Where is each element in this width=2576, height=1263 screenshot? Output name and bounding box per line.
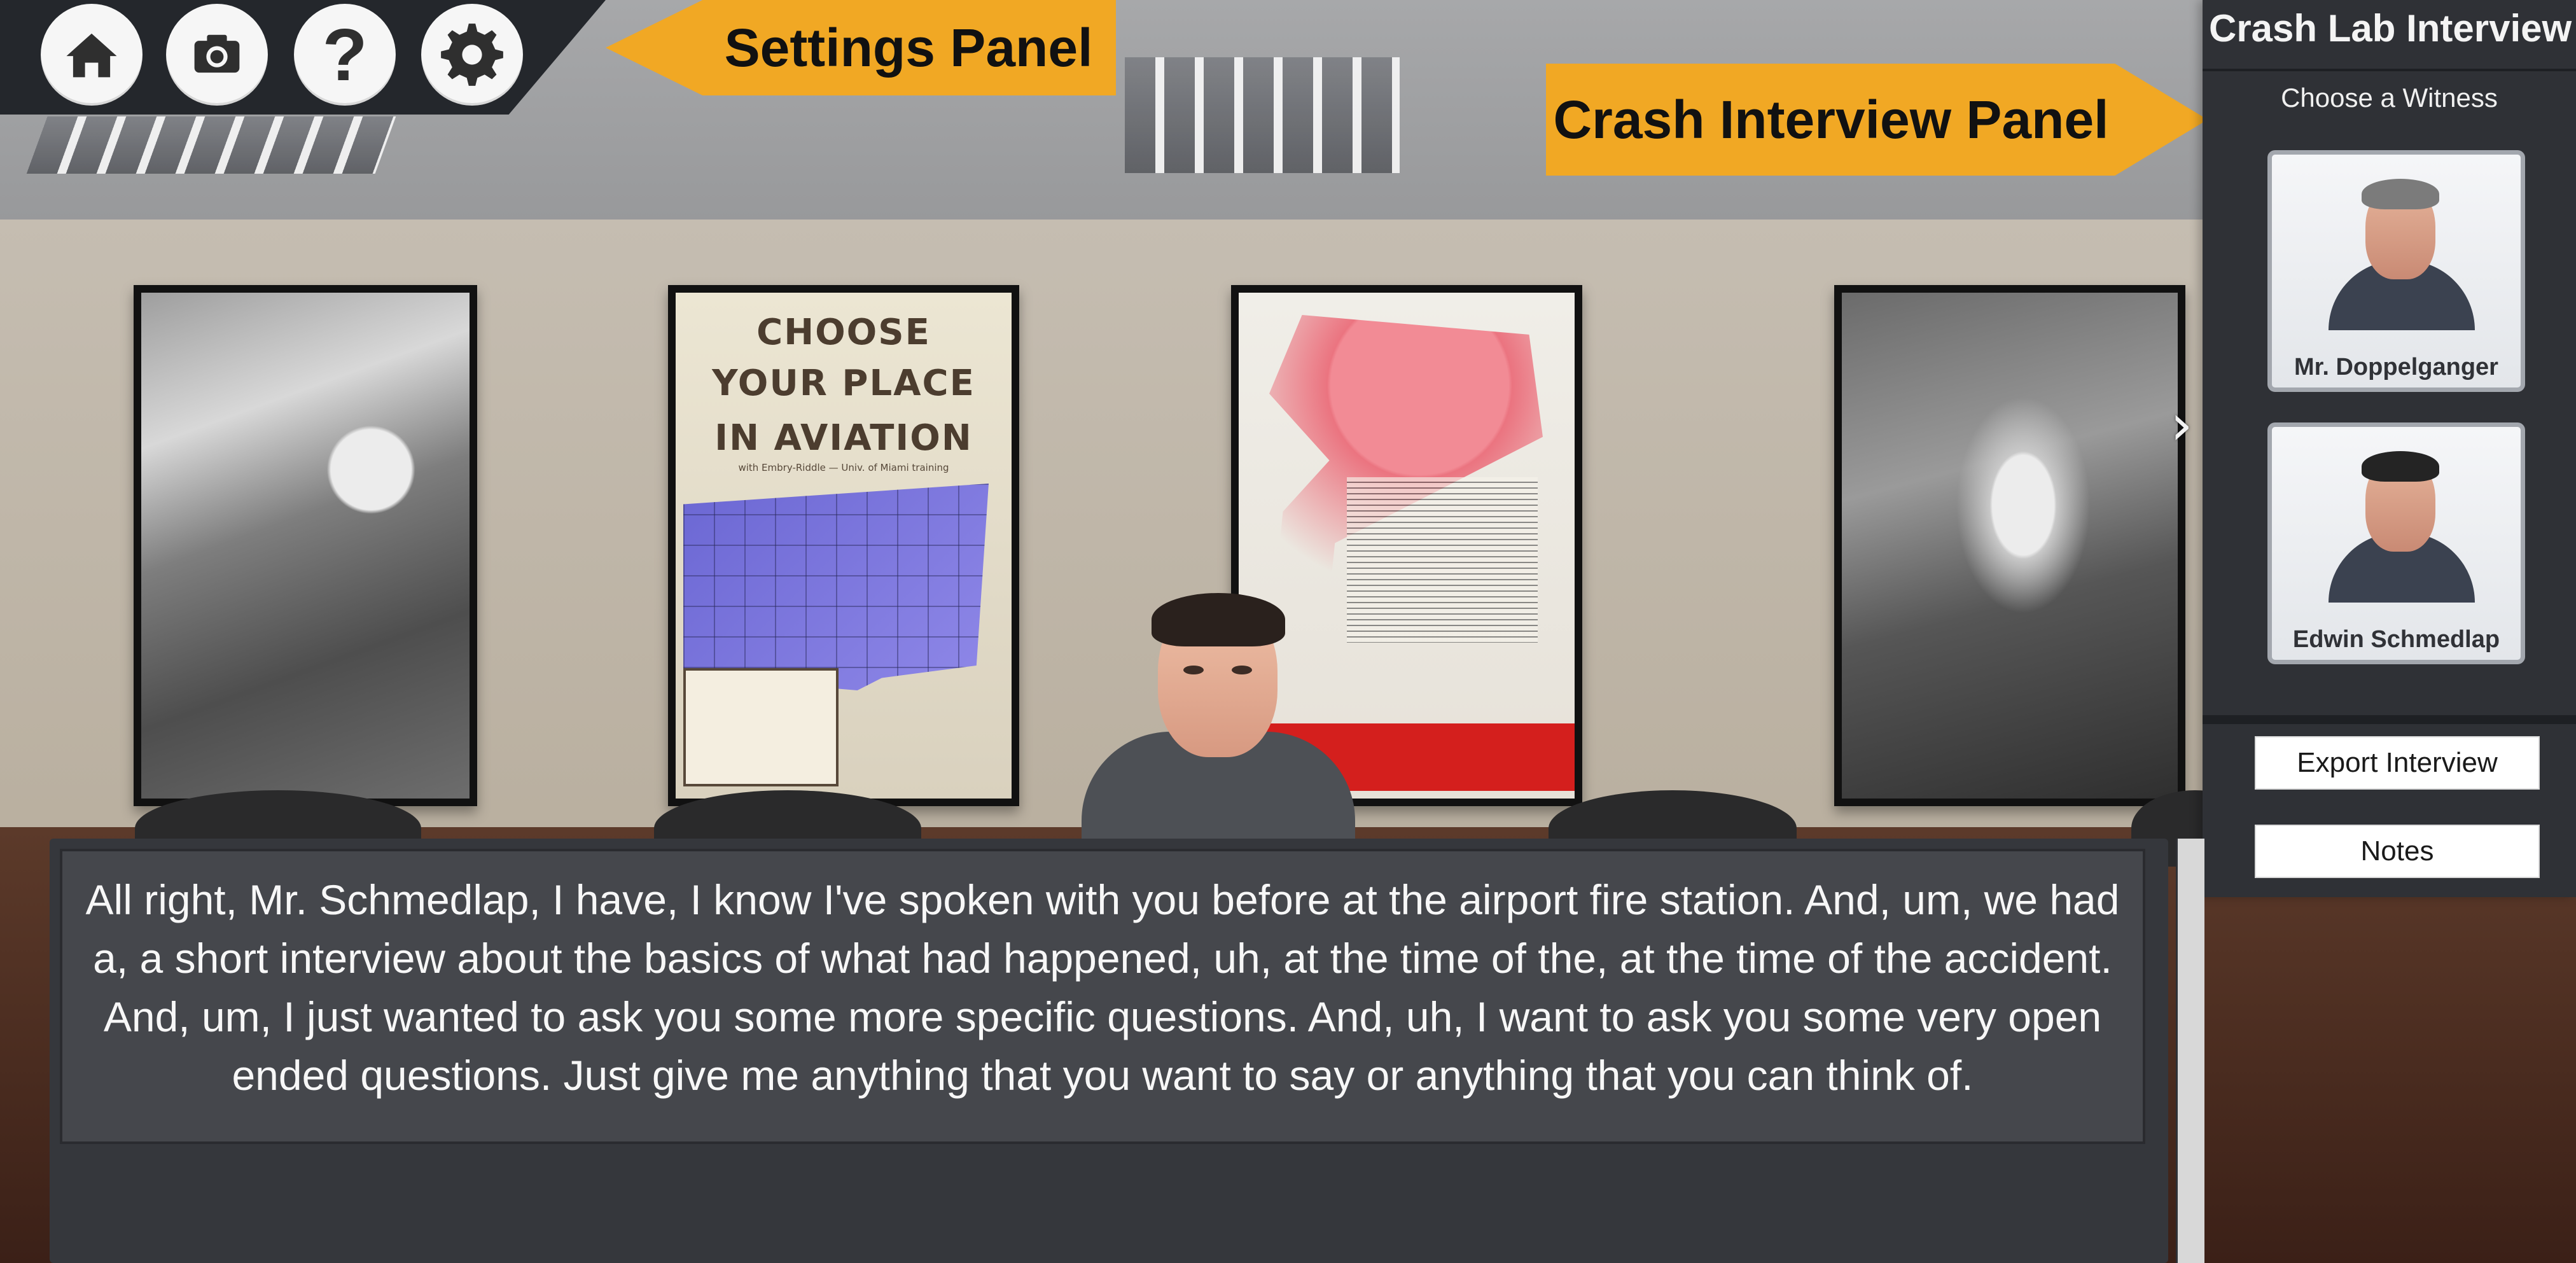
witness-hair — [1152, 593, 1285, 646]
witness-card-schmedlap[interactable]: Edwin Schmedlap — [2267, 422, 2525, 664]
panel-title: Crash Lab Interview — [2209, 7, 2572, 50]
camera-icon-graphic — [194, 34, 240, 73]
chevron-right-glyph: › — [2170, 392, 2193, 457]
crash-interview-panel-callout: Crash Interview Panel — [1546, 64, 2208, 176]
witness-portrait — [2301, 446, 2491, 603]
choose-aviation-poster: CHOOSE YOUR PLACE IN AVIATION with Embry… — [668, 285, 1019, 806]
poster-title-line: YOUR PLACE — [712, 363, 975, 404]
help-icon[interactable]: ? — [294, 4, 396, 106]
help-icon-glyph: ? — [322, 13, 368, 96]
settings-panel-callout-text: Settings Panel — [724, 17, 1093, 78]
portrait-hair — [2362, 451, 2439, 482]
crash-interview-panel: Crash Lab Interview Choose a Witness Mr.… — [2203, 0, 2576, 897]
panel-divider — [2203, 69, 2576, 71]
poster-subtitle: with Embry-Riddle — Univ. of Miami train… — [738, 462, 949, 473]
witness-eye — [1232, 666, 1252, 674]
transcript-panel: All right, Mr. Schmedlap, I have, I know… — [50, 839, 2168, 1263]
witness-name-label: Edwin Schmedlap — [2292, 626, 2500, 653]
poster-article-text — [1347, 477, 1538, 643]
poster-title-line: CHOOSE — [756, 312, 931, 353]
notes-button[interactable]: Notes — [2255, 825, 2540, 878]
witness-name-label: Mr. Doppelganger — [2294, 354, 2498, 380]
camera-icon[interactable] — [166, 4, 268, 106]
aviation-grid-graphic — [683, 484, 989, 690]
transcript-textbox: All right, Mr. Schmedlap, I have, I know… — [60, 849, 2145, 1144]
chevron-right-icon[interactable]: › — [2163, 393, 2200, 457]
crash-interview-panel-callout-text: Crash Interview Panel — [1553, 89, 2109, 150]
witness-portrait — [2301, 174, 2491, 330]
embry-riddle-badge — [683, 668, 839, 786]
gear-icon[interactable] — [421, 4, 523, 106]
choose-witness-label: Choose a Witness — [2281, 83, 2498, 113]
home-icon[interactable] — [41, 4, 143, 106]
home-icon-graphic — [66, 33, 117, 78]
transcript-scrollbar[interactable] — [2176, 839, 2204, 1263]
flying-aircraft-poster — [1834, 285, 2185, 806]
poster-title-line: IN AVIATION — [714, 417, 973, 459]
portrait-hair — [2362, 179, 2439, 209]
export-interview-button[interactable]: Export Interview — [2255, 736, 2540, 790]
ceiling-light-left — [26, 116, 396, 174]
aircraft-photo-poster — [134, 285, 477, 806]
witness-card-doppelganger[interactable]: Mr. Doppelganger — [2267, 150, 2525, 392]
ceiling-light-center — [1125, 57, 1400, 173]
witness-eye — [1183, 666, 1204, 674]
witness-avatar[interactable] — [1082, 593, 1355, 846]
gear-icon-graphic — [441, 24, 503, 86]
settings-panel-callout: Settings Panel — [606, 0, 1116, 95]
panel-separator — [2203, 715, 2576, 724]
